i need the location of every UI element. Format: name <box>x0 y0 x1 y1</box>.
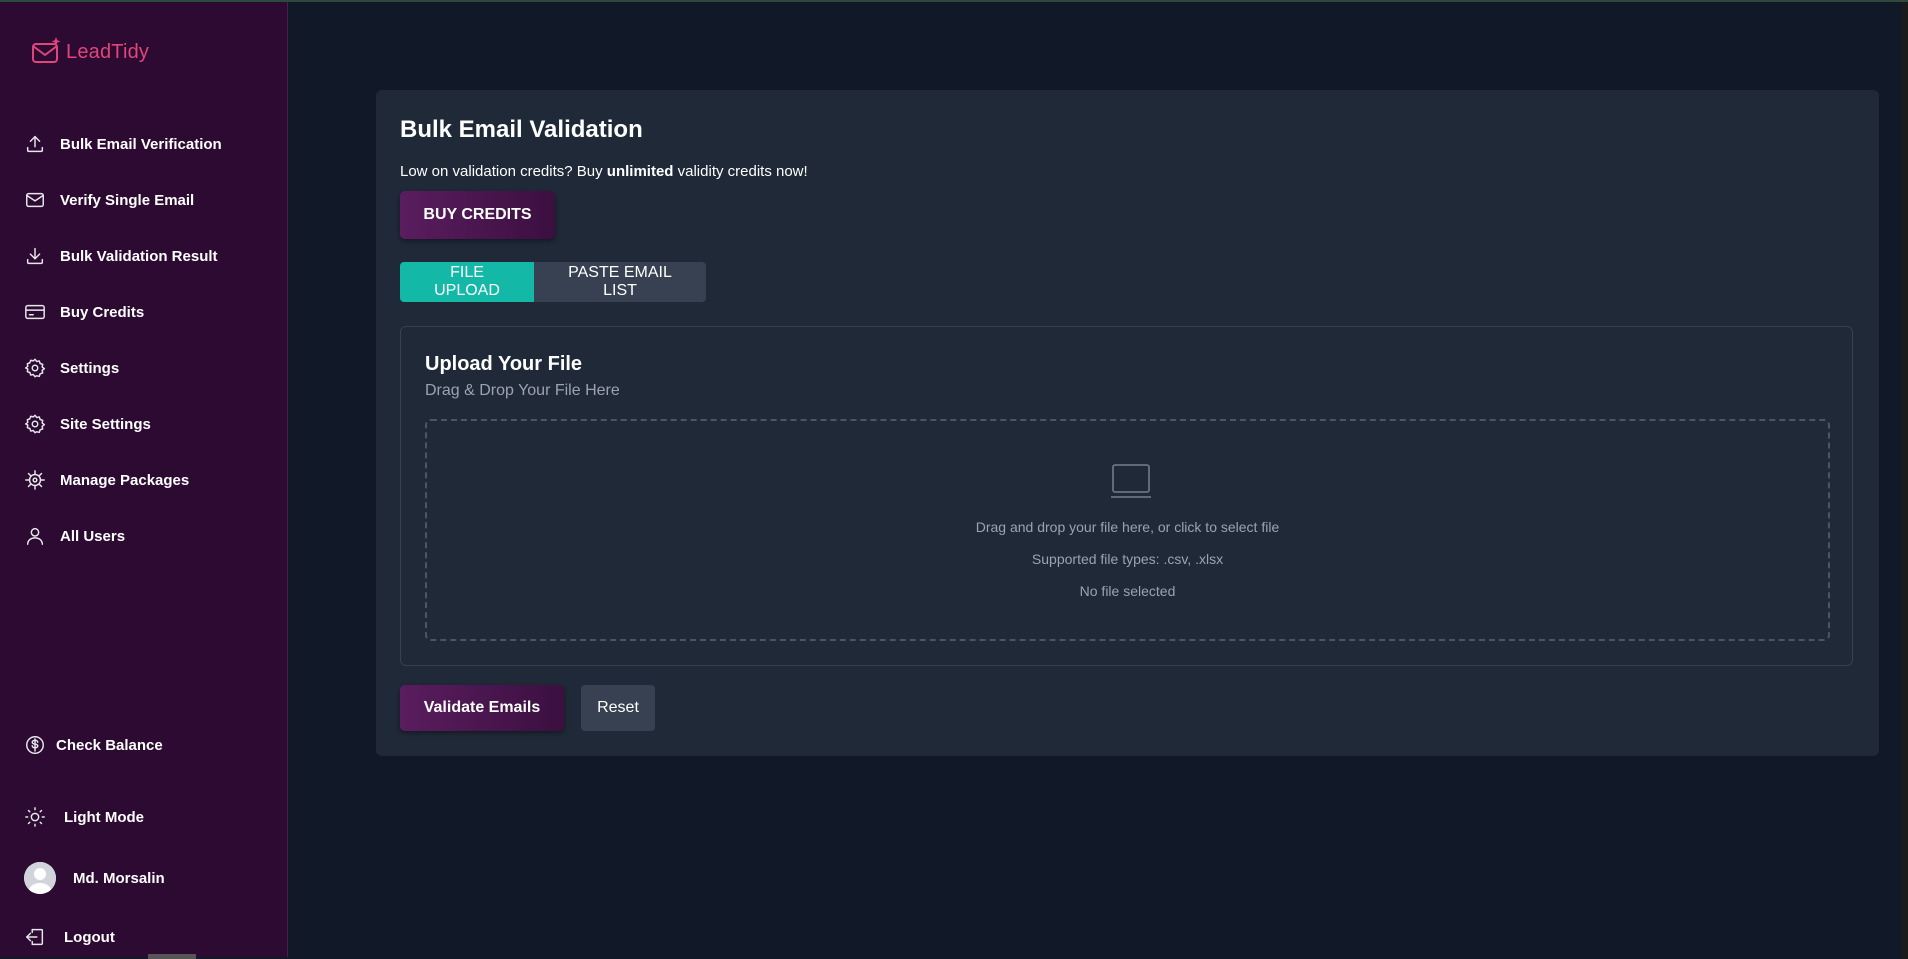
tab-paste-email-list[interactable]: PASTE EMAIL LIST <box>534 262 706 302</box>
cog-icon <box>24 469 46 491</box>
laptop-icon <box>1110 463 1152 506</box>
check-balance-label: Check Balance <box>56 736 163 754</box>
gear-icon <box>24 413 46 435</box>
brand-name: LeadTidy <box>66 41 150 63</box>
sidebar-item-bulk-validation-result[interactable]: Bulk Validation Result <box>24 242 218 270</box>
buy-credits-button[interactable]: BUY CREDITS <box>400 191 555 239</box>
user-name: Md. Morsalin <box>73 869 165 887</box>
input-mode-tabs: FILE UPLOAD PASTE EMAIL LIST <box>400 262 706 302</box>
reset-button[interactable]: Reset <box>581 685 655 731</box>
promo-emphasis: unlimited <box>606 163 674 180</box>
gear-icon <box>24 357 46 379</box>
light-mode-label: Light Mode <box>64 808 144 826</box>
upload-title: Upload Your File <box>425 353 583 375</box>
credit-card-icon <box>24 301 46 323</box>
sidebar-item-site-settings[interactable]: Site Settings <box>24 410 151 438</box>
sidebar-item-label: Verify Single Email <box>60 191 195 209</box>
promo-suffix: validity credits now! <box>673 163 808 180</box>
validate-emails-button[interactable]: Validate Emails <box>400 685 564 731</box>
user-icon <box>24 525 46 547</box>
sidebar-item-label: Manage Packages <box>60 471 190 489</box>
sidebar-item-all-users[interactable]: All Users <box>24 522 125 550</box>
promo-prefix: Low on validation credits? Buy <box>400 163 607 180</box>
sidebar-item-label: Site Settings <box>60 415 151 433</box>
dropzone-instructions: Drag and drop your file here, or click t… <box>975 519 1280 535</box>
tab-file-upload[interactable]: FILE UPLOAD <box>400 262 534 302</box>
sidebar-item-buy-credits[interactable]: Buy Credits <box>24 298 144 326</box>
sun-icon <box>24 806 46 828</box>
sidebar-item-manage-packages[interactable]: Manage Packages <box>24 466 189 494</box>
avatar <box>24 862 56 894</box>
logout-icon <box>24 926 46 948</box>
upload-icon <box>24 133 46 155</box>
logout-label: Logout <box>64 928 115 946</box>
sidebar-item-verify-single-email[interactable]: Verify Single Email <box>24 186 194 214</box>
supported-file-types: Supported file types: .csv, .xlsx <box>1031 551 1224 567</box>
logout-button[interactable]: Logout <box>24 923 115 951</box>
validation-card: Bulk Email Validation Low on validation … <box>376 90 1879 756</box>
sidebar-scrollbar[interactable] <box>148 954 196 959</box>
file-status: No file selected <box>1079 583 1176 599</box>
sidebar-item-label: Buy Credits <box>60 303 145 321</box>
sidebar-item-label: Bulk Validation Result <box>60 247 218 265</box>
sidebar-item-label: All Users <box>60 527 126 545</box>
page-scrollbar[interactable] <box>1902 2 1908 959</box>
page-title: Bulk Email Validation <box>400 116 643 143</box>
sidebar-item-bulk-email-verification[interactable]: Bulk Email Verification <box>24 130 222 158</box>
mail-icon <box>24 189 46 211</box>
download-icon <box>24 245 46 267</box>
sidebar-item-label: Bulk Email Verification <box>60 135 222 153</box>
dollar-circle-icon <box>24 734 46 756</box>
upload-panel: Upload Your File Drag & Drop Your File H… <box>400 326 1853 666</box>
envelope-sparkle-icon <box>30 34 62 71</box>
sidebar: LeadTidy Bulk Email Verification Verify … <box>0 2 288 957</box>
credits-promo-text: Low on validation credits? Buy unlimited… <box>400 163 808 180</box>
check-balance-button[interactable]: Check Balance <box>24 731 163 759</box>
file-dropzone[interactable]: Drag and drop your file here, or click t… <box>425 419 1830 641</box>
light-mode-toggle[interactable]: Light Mode <box>24 803 144 831</box>
sidebar-item-settings[interactable]: Settings <box>24 354 119 382</box>
upload-subtitle: Drag & Drop Your File Here <box>425 382 620 399</box>
sidebar-item-label: Settings <box>60 359 120 377</box>
logo[interactable]: LeadTidy <box>30 34 149 71</box>
user-profile[interactable]: Md. Morsalin <box>24 861 165 895</box>
